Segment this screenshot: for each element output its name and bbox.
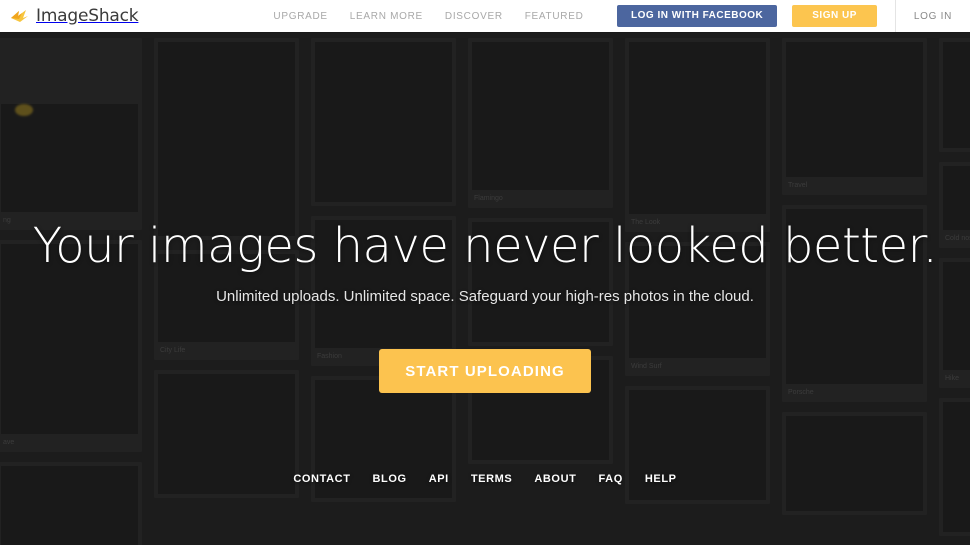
nav-discover[interactable]: DISCOVER [445, 11, 503, 22]
imageshack-bird-icon [10, 9, 30, 23]
logo-link[interactable]: ImageShack [0, 6, 139, 26]
login-link[interactable]: LOG IN [896, 11, 970, 22]
site-header: ImageShack UPGRADE LEARN MORE DISCOVER F… [0, 0, 970, 32]
footer-blog[interactable]: BLOG [373, 473, 407, 485]
footer-terms[interactable]: TERMS [471, 473, 513, 485]
main-nav: UPGRADE LEARN MORE DISCOVER FEATURED [273, 11, 583, 22]
header-actions: LOG IN WITH FACEBOOK SIGN UP LOG IN [617, 0, 970, 32]
start-uploading-button[interactable]: START UPLOADING [379, 349, 591, 393]
footer-links: CONTACT BLOG API TERMS ABOUT FAQ HELP [293, 473, 676, 485]
footer-faq[interactable]: FAQ [598, 473, 622, 485]
nav-upgrade[interactable]: UPGRADE [273, 11, 327, 22]
footer-api[interactable]: API [429, 473, 449, 485]
nav-learn-more[interactable]: LEARN MORE [350, 11, 423, 22]
footer-about[interactable]: ABOUT [534, 473, 576, 485]
signup-button[interactable]: SIGN UP [792, 5, 877, 27]
nav-featured[interactable]: FEATURED [525, 11, 584, 22]
hero-dark-overlay [0, 32, 970, 545]
facebook-login-button[interactable]: LOG IN WITH FACEBOOK [617, 5, 778, 27]
logo-text: ImageShack [36, 6, 139, 26]
footer-contact[interactable]: CONTACT [293, 473, 350, 485]
footer-help[interactable]: HELP [645, 473, 677, 485]
